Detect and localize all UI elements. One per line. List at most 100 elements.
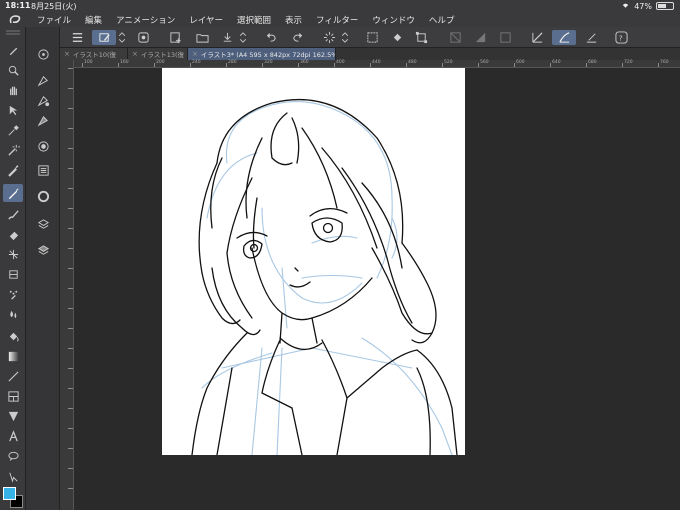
snap-grid-icon[interactable] [580, 30, 602, 45]
menu-icon[interactable] [68, 30, 86, 45]
sub-pen-2-icon[interactable] [34, 91, 52, 109]
color-wheel-icon[interactable] [34, 187, 52, 205]
eraser-icon[interactable] [3, 225, 23, 243]
ruler-tick [370, 63, 371, 67]
ruler-tick-label: 280 [228, 60, 237, 65]
ruler-tick [226, 63, 227, 67]
decoration-icon[interactable] [3, 265, 23, 283]
ruler-icon[interactable] [3, 407, 23, 425]
ruler-tick-label: 100 [84, 60, 93, 65]
close-icon[interactable]: × [192, 50, 198, 58]
menu-view[interactable]: 表示 [278, 14, 309, 26]
layer-icon[interactable] [34, 215, 52, 233]
ruler-tick-label: 680 [588, 60, 597, 65]
chevron-updown-icon[interactable] [117, 30, 127, 45]
line-icon[interactable] [3, 367, 23, 385]
menu-selection[interactable]: 選択範囲 [230, 14, 278, 26]
transform-icon[interactable] [412, 30, 430, 45]
crop-icon[interactable] [446, 30, 464, 45]
magic-wand-icon[interactable] [3, 141, 23, 159]
ruler-tick [406, 63, 407, 67]
loading-icon[interactable] [320, 30, 338, 45]
ruler-tick [68, 148, 73, 149]
sub-pen-3-icon[interactable] [34, 111, 52, 129]
brush-icon[interactable] [3, 205, 23, 223]
menu-file[interactable]: ファイル [30, 14, 78, 26]
main-color-swatch[interactable] [3, 487, 16, 500]
companion-mode-icon[interactable] [134, 30, 152, 45]
app-logo-icon[interactable] [0, 12, 30, 27]
tab-illust-3[interactable]: × イラスト3* (A4 595 x 842px 72dpi 162.5%) [188, 48, 336, 60]
edit-mode-icon[interactable] [92, 30, 116, 45]
snap-special-ruler-icon[interactable] [552, 30, 576, 45]
zoom-in-icon[interactable] [34, 45, 52, 63]
drawing-canvas[interactable] [162, 68, 465, 455]
tool-property-icon[interactable] [34, 161, 52, 179]
balloon-icon[interactable] [3, 447, 23, 465]
save-chevron-icon[interactable] [238, 30, 248, 45]
correction-icon[interactable] [3, 467, 23, 485]
ruler-tick [442, 63, 443, 67]
hand-icon[interactable] [3, 81, 23, 99]
dropper-icon[interactable] [3, 161, 23, 179]
sub-pen-icon[interactable] [34, 71, 52, 89]
ruler-tick-label: 760 [660, 60, 669, 65]
menu-edit[interactable]: 編集 [78, 14, 109, 26]
battery-icon [656, 2, 674, 10]
ruler-tick-label: 720 [624, 60, 633, 65]
brush-size-icon[interactable] [34, 137, 52, 155]
droplets-icon[interactable] [3, 305, 23, 323]
menu-animation[interactable]: アニメーション [109, 14, 182, 26]
status-right: 47% [621, 1, 674, 11]
pen-icon[interactable] [3, 184, 23, 202]
tab-label: イラスト13(復 [140, 51, 185, 59]
ruler-tick-label: 240 [192, 60, 201, 65]
horizontal-ruler: 100 160 200 240 280 320 360 400 440 480 520 560 600 6… [74, 60, 680, 68]
undo-icon[interactable] [262, 30, 280, 45]
text-icon[interactable] [3, 427, 23, 445]
ruler-tick [262, 63, 263, 67]
close-icon[interactable]: × [132, 50, 138, 58]
tab-illust-13[interactable]: × イラスト13(復 [128, 48, 188, 60]
pencil-icon[interactable] [3, 41, 23, 59]
gradient-icon[interactable] [3, 347, 23, 365]
operation-icon[interactable] [3, 101, 23, 119]
menu-window[interactable]: ウィンドウ [365, 14, 422, 26]
open-folder-icon[interactable] [193, 30, 211, 45]
tone-icon[interactable] [471, 30, 489, 45]
menu-help[interactable]: ヘルプ [422, 14, 462, 26]
sub-tool-strip [26, 27, 60, 510]
redo-icon[interactable] [288, 30, 306, 45]
ruler-tick-label: 480 [408, 60, 417, 65]
help-icon[interactable]: ? [612, 30, 630, 45]
menu-layer[interactable]: レイヤー [182, 14, 230, 26]
ruler-tick-label: 640 [552, 60, 561, 65]
ruler-tick [478, 63, 479, 67]
collapse-handle-icon[interactable] [4, 30, 22, 36]
color-icon[interactable] [496, 30, 514, 45]
layer-property-icon[interactable] [34, 241, 52, 259]
tab-illust-10[interactable]: × イラスト10(復 [60, 48, 128, 60]
clear-icon[interactable] [363, 30, 381, 45]
eyedropper-icon[interactable] [3, 121, 23, 139]
airbrush-icon[interactable] [3, 285, 23, 303]
frame-icon[interactable] [3, 387, 23, 405]
svg-text:?: ? [618, 33, 622, 42]
fill-icon[interactable] [3, 327, 23, 345]
fill-bucket-icon[interactable] [388, 30, 406, 45]
blend-icon[interactable] [3, 245, 23, 263]
ruler-tick [68, 428, 73, 429]
loading-chevron-icon[interactable] [340, 30, 350, 45]
ruler-tick-label: 160 [120, 60, 129, 65]
ruler-tick [68, 68, 73, 69]
menu-filter[interactable]: フィルター [309, 14, 365, 26]
move-icon[interactable] [3, 61, 23, 79]
ruler-tick [190, 63, 191, 67]
save-icon[interactable] [218, 30, 236, 45]
snap-ruler-icon[interactable] [528, 30, 546, 45]
close-icon[interactable]: × [64, 50, 70, 58]
ruler-tick [68, 108, 73, 109]
document-tabs: × イラスト10(復 × イラスト13(復 × イラスト3* (A4 595 x… [60, 48, 680, 60]
new-canvas-icon[interactable] [166, 30, 184, 45]
ruler-tick [68, 408, 73, 409]
